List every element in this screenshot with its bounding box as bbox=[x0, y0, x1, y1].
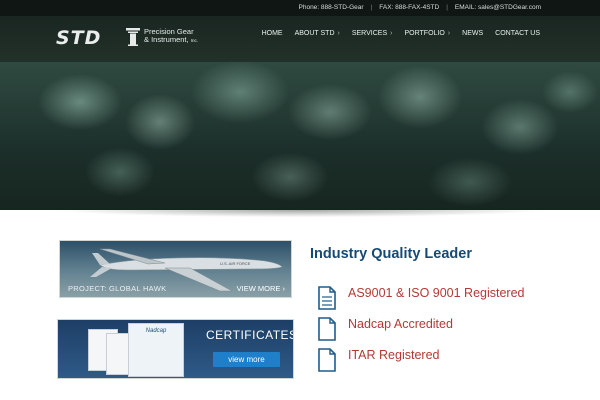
certificate-documents: Nadcap bbox=[88, 323, 184, 377]
logo-line2: & Instrument, bbox=[144, 35, 189, 44]
view-more-link[interactable]: VIEW MORE › bbox=[237, 284, 285, 293]
list-item: AS9001 & ISO 9001 Registered bbox=[318, 286, 578, 317]
aircraft-marking: U.S. AIR FORCE bbox=[220, 261, 251, 266]
logo-std-mark: STD bbox=[56, 27, 102, 49]
nav-label: NEWS bbox=[462, 30, 484, 37]
company-logo[interactable]: STD Precision Gear & Instrument, Inc. bbox=[56, 25, 216, 53]
hero-shadow bbox=[0, 210, 600, 228]
chevron-right-icon: › bbox=[447, 30, 451, 37]
main-nav: HOME ABOUT STD › SERVICES › PORTFOLIO › NEW… bbox=[256, 28, 546, 40]
phone-text: Phone: 888-STD-Gear bbox=[298, 4, 364, 11]
chevron-right-icon: › bbox=[337, 30, 340, 37]
contact-info: Phone: 888-STD-Gear | FAX: 888-FAX-4STD … bbox=[294, 4, 547, 11]
hero-banner bbox=[0, 62, 600, 210]
certification-label: ITAR Registered bbox=[348, 348, 440, 362]
nav-about-std[interactable]: ABOUT STD › bbox=[289, 28, 346, 40]
project-global-hawk-banner[interactable]: U.S. AIR FORCE PROJECT: GLOBAL HAWK VIEW… bbox=[59, 240, 292, 298]
document-icon bbox=[318, 348, 336, 372]
chevron-right-icon: › bbox=[390, 30, 393, 37]
nav-label: ABOUT STD bbox=[294, 30, 335, 37]
document-icon bbox=[318, 317, 336, 341]
nav-home[interactable]: HOME bbox=[256, 28, 289, 40]
certificates-title: CERTIFICATES bbox=[206, 328, 294, 342]
top-contact-bar: Phone: 888-STD-Gear | FAX: 888-FAX-4STD … bbox=[0, 0, 600, 16]
nav-portfolio[interactable]: PORTFOLIO › bbox=[398, 28, 456, 40]
view-more-button[interactable]: view more bbox=[213, 352, 280, 367]
site-header: STD Precision Gear & Instrument, Inc. HO… bbox=[0, 16, 600, 62]
nav-contact-us[interactable]: CONTACT US bbox=[489, 28, 546, 40]
logo-company-name: Precision Gear & Instrument, Inc. bbox=[144, 28, 198, 45]
list-item: ITAR Registered bbox=[318, 348, 578, 379]
quality-heading: Industry Quality Leader bbox=[310, 246, 472, 262]
certificate-image: Nadcap bbox=[128, 323, 184, 377]
certificates-banner[interactable]: Nadcap CERTIFICATES view more bbox=[57, 319, 294, 379]
certification-list: AS9001 & ISO 9001 Registered Nadcap Accr… bbox=[318, 286, 578, 379]
nav-label: HOME bbox=[261, 30, 283, 37]
certificate-doc-title: Nadcap bbox=[145, 328, 167, 334]
nav-label: PORTFOLIO bbox=[404, 30, 445, 37]
list-item: Nadcap Accredited bbox=[318, 317, 578, 348]
fax-text: FAX: 888-FAX-4STD bbox=[379, 4, 440, 11]
email-link[interactable]: EMAIL: sales@STDGear.com bbox=[450, 4, 546, 11]
nav-news[interactable]: NEWS bbox=[456, 28, 489, 40]
nav-label: SERVICES bbox=[351, 30, 388, 37]
column-icon bbox=[126, 28, 140, 46]
promo-caption: PROJECT: GLOBAL HAWK bbox=[68, 284, 167, 293]
logo-suffix: Inc. bbox=[190, 38, 198, 43]
document-icon bbox=[318, 286, 336, 310]
certification-label: Nadcap Accredited bbox=[348, 317, 453, 331]
nav-label: CONTACT US bbox=[495, 30, 540, 37]
certification-label: AS9001 & ISO 9001 Registered bbox=[348, 286, 525, 300]
nav-services[interactable]: SERVICES › bbox=[346, 28, 399, 40]
